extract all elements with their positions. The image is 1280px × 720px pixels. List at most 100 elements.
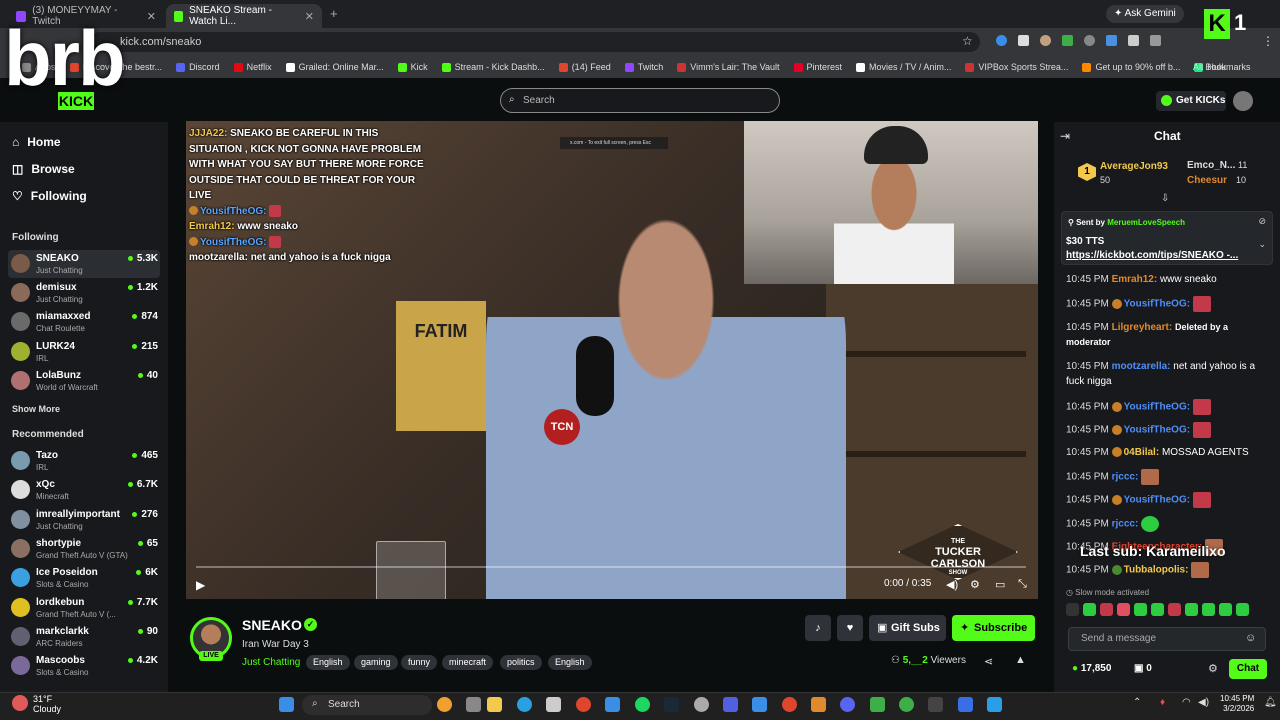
message-user[interactable]: YousifTheOG:: [1124, 495, 1190, 506]
edge-icon[interactable]: [517, 697, 532, 712]
extension-icon[interactable]: [996, 35, 1007, 46]
hide-pin-icon[interactable]: ⊘: [1258, 216, 1266, 227]
message-user[interactable]: Tubbalopolis:: [1124, 565, 1189, 576]
collapse-chat-icon[interactable]: ⇥: [1060, 129, 1070, 143]
emote-icon[interactable]: [1236, 603, 1249, 616]
nav-following[interactable]: ♡ Following: [12, 189, 87, 203]
new-tab-icon[interactable]: +: [330, 6, 338, 21]
close-tab-icon[interactable]: ✕: [147, 10, 156, 23]
sidebar-channel-mascoobs[interactable]: Mascoobs Slots & Casino 4.2K: [8, 652, 160, 680]
sidebar-channel-xqc[interactable]: xQc Minecraft 6.7K: [8, 476, 160, 504]
sidebar-channel-shortypie[interactable]: shortypie Grand Theft Auto V (GTA) 65: [8, 535, 160, 563]
taskbar-app-icon[interactable]: [723, 697, 738, 712]
emote-icon[interactable]: [1134, 603, 1147, 616]
pinned-link[interactable]: https://kickbot.com/tips/SNEAKO -...: [1066, 250, 1238, 261]
task-view-icon[interactable]: [466, 697, 481, 712]
emote-icon[interactable]: [1117, 603, 1130, 616]
bookmark-item[interactable]: Twitch: [624, 62, 663, 72]
message-user[interactable]: YousifTheOG:: [1124, 299, 1190, 310]
spotify-icon[interactable]: [635, 697, 650, 712]
sidebar-channel-lurk24[interactable]: LURK24 IRL 215: [8, 338, 160, 366]
message-user[interactable]: YousifTheOG:: [1124, 425, 1190, 436]
bookmark-item[interactable]: Pinterest: [793, 62, 842, 72]
emoji-picker-icon[interactable]: ☺: [1245, 632, 1256, 644]
send-chat-button[interactable]: Chat: [1229, 659, 1267, 679]
stream-tag[interactable]: English: [548, 655, 592, 670]
taskbar-clock[interactable]: 10:45 PM 3/2/2026: [1220, 694, 1254, 714]
menu-kebab-icon[interactable]: ⋮: [1262, 34, 1274, 48]
bookmark-star-icon[interactable]: ☆: [962, 34, 973, 48]
nav-home[interactable]: ⌂ Home: [12, 135, 61, 149]
channel-name[interactable]: SNEAKO: [242, 617, 302, 633]
notification-bell-icon[interactable]: ♪: [805, 615, 831, 641]
windows-start-icon[interactable]: [279, 697, 294, 712]
sidebar-channel-sneako[interactable]: SNEAKO Just Chatting 5.3K: [8, 250, 160, 278]
message-user[interactable]: YousifTheOG:: [1124, 402, 1190, 413]
chat-message-input[interactable]: Send a message: [1068, 627, 1266, 651]
taskbar-app-icon[interactable]: [811, 697, 826, 712]
nav-browse[interactable]: ◫ Browse: [12, 162, 75, 176]
wifi-icon[interactable]: ◠: [1182, 697, 1191, 708]
leaderboard-name[interactable]: AverageJon93: [1100, 161, 1168, 172]
follow-heart-icon[interactable]: ♥: [837, 615, 863, 641]
message-user[interactable]: Lilgreyheart:: [1112, 322, 1173, 333]
sidebar-channel-demisux[interactable]: demisux Just Chatting 1.2K: [8, 279, 160, 307]
puzzle-icon[interactable]: [1128, 35, 1139, 46]
taskbar-search[interactable]: Search: [302, 695, 432, 715]
message-user[interactable]: rjccc:: [1112, 472, 1139, 483]
sidebar-channel-imreallyimportant[interactable]: imreallyimportant Just Chatting 276: [8, 506, 160, 534]
message-user[interactable]: Emrah12:: [1112, 274, 1158, 285]
extension-icon[interactable]: [1062, 35, 1073, 46]
taskbar-app-icon[interactable]: [928, 697, 943, 712]
ask-gemini-button[interactable]: ✦ Ask Gemini: [1106, 5, 1184, 23]
bookmark-item[interactable]: VIPBox Sports Strea...: [965, 62, 1068, 72]
word-icon[interactable]: [958, 697, 973, 712]
emote-icon[interactable]: [1185, 603, 1198, 616]
bookmark-item[interactable]: Stream - Kick Dashb...: [441, 62, 545, 72]
taskbar-app-icon[interactable]: [870, 697, 885, 712]
xbox-icon[interactable]: [899, 697, 914, 712]
stream-tag[interactable]: gaming: [354, 655, 398, 670]
discord-icon[interactable]: [840, 697, 855, 712]
show-more-link[interactable]: Show More: [12, 404, 60, 414]
bookmark-item[interactable]: (14) Feed: [558, 62, 611, 72]
bookmark-item[interactable]: Get up to 90% off b...: [1082, 62, 1180, 72]
stream-tag[interactable]: politics: [500, 655, 542, 670]
message-user[interactable]: 04Bilal:: [1124, 447, 1160, 458]
taskbar-app-icon[interactable]: [437, 697, 452, 712]
sidebar-channel-lolabunz[interactable]: LolaBunz World of Warcraft 40: [8, 367, 160, 395]
bookmark-item[interactable]: Movies / TV / Anim...: [856, 62, 951, 72]
notepad-icon[interactable]: [605, 697, 620, 712]
leaderboard-name[interactable]: Cheesur: [1187, 175, 1227, 186]
steam-icon[interactable]: [664, 697, 679, 712]
volume-icon[interactable]: ◀): [1198, 697, 1209, 708]
close-tab-icon[interactable]: ✕: [305, 10, 314, 23]
settings-icon[interactable]: [694, 697, 709, 712]
category-link[interactable]: Just Chatting: [242, 657, 300, 668]
mail-icon[interactable]: [752, 697, 767, 712]
chrome-icon[interactable]: [782, 697, 797, 712]
settings-icon[interactable]: ⚙: [970, 578, 980, 591]
report-icon[interactable]: ▲: [1015, 654, 1026, 666]
pinned-message[interactable]: ⚲ Sent by MeruemLoveSpeech $30 TTS https…: [1061, 211, 1273, 265]
message-user[interactable]: rjccc:: [1112, 519, 1139, 530]
emote-icon[interactable]: [1151, 603, 1164, 616]
extension-icon[interactable]: [1084, 35, 1095, 46]
stream-tag[interactable]: English: [306, 655, 350, 670]
leaderboard-name[interactable]: Emco_N...: [1187, 160, 1235, 171]
play-icon[interactable]: ▶: [196, 578, 205, 592]
all-bookmarks-button[interactable]: All Bookmarks: [1193, 62, 1251, 72]
emote-icon[interactable]: [1219, 603, 1232, 616]
search-input[interactable]: Search: [500, 88, 780, 113]
tray-chevron-icon[interactable]: ⌃: [1133, 697, 1141, 708]
emote-icon[interactable]: [1066, 603, 1079, 616]
bookmark-item[interactable]: Vimm's Lair: The Vault: [677, 62, 780, 72]
mic-muted-icon[interactable]: ♦: [1160, 697, 1165, 708]
store-icon[interactable]: [546, 697, 561, 712]
user-avatar[interactable]: [1233, 91, 1253, 111]
sidebar-channel-lordkebun[interactable]: lordkebun Grand Theft Auto V (... 7.7K: [8, 594, 160, 622]
share-icon[interactable]: ⋖: [984, 655, 993, 668]
expand-pin-icon[interactable]: ⌄: [1258, 239, 1266, 250]
bookmark-item[interactable]: Discord: [176, 62, 220, 72]
message-user[interactable]: mootzarella:: [1112, 361, 1171, 372]
